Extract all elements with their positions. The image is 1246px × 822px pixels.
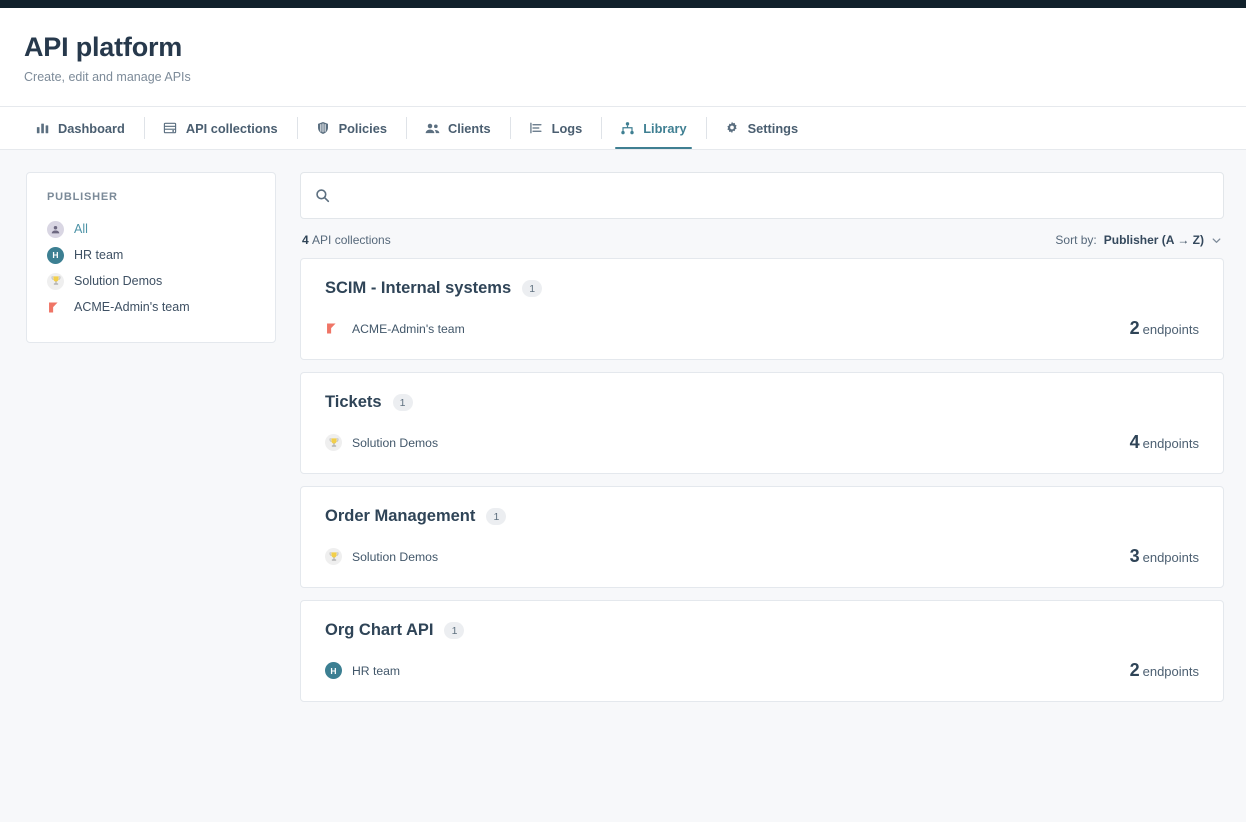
endpoint-count-number: 2: [1130, 318, 1140, 338]
primary-nav-tabs: Dashboard API collections Policies Clien…: [0, 106, 1246, 150]
collection-publisher: ACME-Admin's team: [325, 320, 465, 337]
collection-card-footer: Solution Demos 3endpoints: [325, 546, 1199, 567]
page-subtitle: Create, edit and manage APIs: [24, 70, 1246, 84]
tab-library[interactable]: Library: [601, 107, 705, 149]
collection-publisher: H HR team: [325, 662, 400, 679]
tab-label: Clients: [448, 121, 491, 136]
publisher-filter-item[interactable]: All: [47, 216, 259, 242]
publisher-filter-item[interactable]: Solution Demos: [47, 268, 259, 294]
collection-publisher-label: Solution Demos: [352, 436, 438, 450]
collection-card-footer: ACME-Admin's team 2endpoints: [325, 318, 1199, 339]
all-publishers-avatar-icon: [47, 221, 64, 238]
collection-card[interactable]: Org Chart API 1 H HR team 2endpoints: [300, 600, 1224, 702]
collection-version-badge: 1: [522, 280, 542, 297]
sort-by-prefix: Sort by:: [1055, 233, 1096, 247]
publisher-filter-label: ACME-Admin's team: [74, 300, 190, 314]
trophy-icon: [325, 548, 342, 565]
collection-publisher: Solution Demos: [325, 548, 438, 565]
collection-card[interactable]: Tickets 1 Solution Demos 4endpoints: [300, 372, 1224, 474]
endpoint-count-label: endpoints: [1143, 436, 1199, 451]
collection-title: SCIM - Internal systems: [325, 279, 511, 298]
collection-version-badge: 1: [486, 508, 506, 525]
collection-count: 4 API collections: [302, 233, 391, 247]
collection-card-list: SCIM - Internal systems 1 ACME-Admin's t…: [300, 258, 1224, 702]
tab-clients[interactable]: Clients: [406, 107, 510, 149]
bar-chart-icon: [35, 121, 50, 136]
collection-endpoint-count: 2endpoints: [1130, 318, 1199, 339]
tab-api-collections[interactable]: API collections: [144, 107, 297, 149]
collection-card-footer: H HR team 2endpoints: [325, 660, 1199, 681]
table-list-icon: [163, 121, 178, 136]
list-meta-row: 4 API collections Sort by: Publisher (A …: [300, 219, 1224, 258]
endpoint-count-number: 4: [1130, 432, 1140, 452]
users-icon: [425, 121, 440, 136]
collection-card[interactable]: Order Management 1 Solution Demos 3endpo…: [300, 486, 1224, 588]
list-lines-icon: [529, 121, 544, 136]
page-header: API platform Create, edit and manage API…: [0, 8, 1246, 106]
tab-settings[interactable]: Settings: [706, 107, 817, 149]
collection-version-badge: 1: [444, 622, 464, 639]
publisher-list: All H HR team Solution Demos ACME-Admin's …: [47, 216, 259, 320]
trophy-icon: [47, 273, 64, 290]
collection-publisher-label: Solution Demos: [352, 550, 438, 564]
chevron-down-icon: [1211, 235, 1222, 246]
endpoint-count-label: endpoints: [1143, 322, 1199, 337]
endpoint-count-label: endpoints: [1143, 550, 1199, 565]
collection-endpoint-count: 4endpoints: [1130, 432, 1199, 453]
tab-dashboard[interactable]: Dashboard: [16, 107, 144, 149]
flag-icon: [47, 299, 64, 316]
gear-icon: [725, 121, 740, 136]
sort-by-control[interactable]: Sort by: Publisher (A → Z): [1055, 233, 1222, 247]
tab-label: Dashboard: [58, 121, 125, 136]
sort-by-value: Publisher (A → Z): [1104, 233, 1204, 247]
collection-count-number: 4: [302, 233, 309, 247]
avatar: H: [47, 247, 64, 264]
search-box[interactable]: [300, 172, 1224, 219]
collections-main: 4 API collections Sort by: Publisher (A …: [300, 172, 1224, 714]
collection-publisher-label: ACME-Admin's team: [352, 322, 465, 336]
collection-endpoint-count: 2endpoints: [1130, 660, 1199, 681]
publisher-filter-panel: PUBLISHER All H HR team Solution Demos ACM…: [26, 172, 276, 343]
tab-label: Policies: [339, 121, 387, 136]
tab-label: Library: [643, 121, 686, 136]
collection-version-badge: 1: [393, 394, 413, 411]
collection-title: Org Chart API: [325, 621, 433, 640]
collection-card-header: SCIM - Internal systems 1: [325, 279, 1199, 298]
collection-card[interactable]: SCIM - Internal systems 1 ACME-Admin's t…: [300, 258, 1224, 360]
publisher-filter-label: All: [74, 222, 88, 236]
endpoint-count-number: 3: [1130, 546, 1140, 566]
shield-icon: [316, 121, 331, 136]
collection-card-header: Order Management 1: [325, 507, 1199, 526]
publisher-filter-label: HR team: [74, 248, 123, 262]
publisher-filter-label: Solution Demos: [74, 274, 162, 288]
endpoint-count-number: 2: [1130, 660, 1140, 680]
trophy-icon: [325, 434, 342, 451]
search-icon: [315, 188, 330, 203]
tab-label: Settings: [748, 121, 798, 136]
tab-logs[interactable]: Logs: [510, 107, 602, 149]
publisher-filter-item[interactable]: H HR team: [47, 242, 259, 268]
avatar: H: [325, 662, 342, 679]
collection-card-footer: Solution Demos 4endpoints: [325, 432, 1199, 453]
tab-policies[interactable]: Policies: [297, 107, 406, 149]
page-title: API platform: [24, 32, 1246, 63]
collection-card-header: Tickets 1: [325, 393, 1199, 412]
collection-publisher-label: HR team: [352, 664, 400, 678]
publisher-filter-heading: PUBLISHER: [47, 191, 259, 203]
tab-label: Logs: [552, 121, 583, 136]
tab-label: API collections: [186, 121, 278, 136]
search-input[interactable]: [330, 173, 1209, 218]
collection-endpoint-count: 3endpoints: [1130, 546, 1199, 567]
collection-publisher: Solution Demos: [325, 434, 438, 451]
flag-icon: [325, 320, 342, 337]
sitemap-icon: [620, 121, 635, 136]
collection-card-header: Org Chart API 1: [325, 621, 1199, 640]
page-content: PUBLISHER All H HR team Solution Demos ACM…: [0, 150, 1246, 714]
window-chrome-bar: [0, 0, 1246, 8]
publisher-filter-item[interactable]: ACME-Admin's team: [47, 294, 259, 320]
collection-title: Order Management: [325, 507, 475, 526]
collection-count-text: API collections: [312, 233, 391, 247]
endpoint-count-label: endpoints: [1143, 664, 1199, 679]
collection-title: Tickets: [325, 393, 382, 412]
